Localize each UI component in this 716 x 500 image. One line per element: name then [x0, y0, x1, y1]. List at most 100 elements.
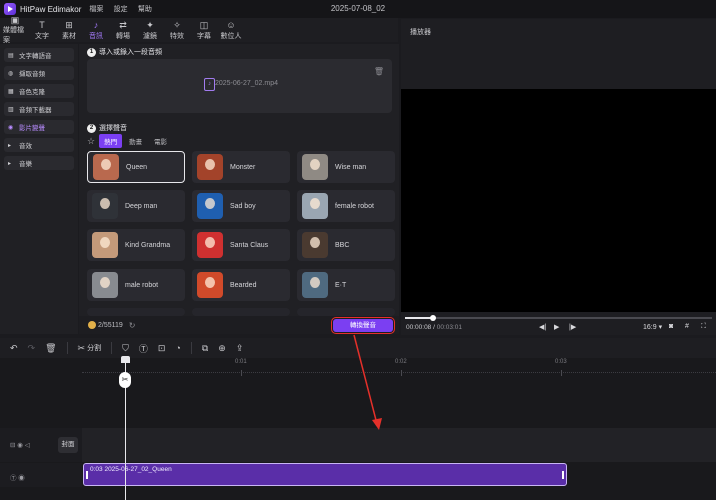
split-icon[interactable]: ✂ [78, 343, 86, 354]
title-bar: HitPaw Edimakor 檔案 設定 幫助 [0, 0, 716, 18]
sidebar-item-tts[interactable]: ▤ 文字轉語音 [4, 48, 74, 62]
app-logo-icon [4, 3, 16, 15]
play-icon[interactable]: ▶ [554, 323, 559, 331]
voice-name: Monster [230, 163, 256, 171]
audio-sidebar: ▤ 文字轉語音 ◍ 擷取音頻 ▦ 音色克隆 ▥ 音頻下載器 ◉ 影片變聲 ▸ 音效 ▸ 音樂 [0, 44, 78, 334]
voice-changer-icon: ◉ [8, 124, 14, 131]
voice-card-partial [87, 308, 185, 316]
clip-handle-left[interactable] [86, 471, 88, 479]
voice-card[interactable]: Santa Claus [192, 229, 290, 261]
voice-card[interactable]: Bearded [192, 269, 290, 301]
text-track-icons[interactable]: Ⓣ ◉ [10, 472, 25, 482]
playback-scrubber[interactable] [405, 315, 712, 321]
ruler-label: 0:01 [235, 359, 247, 365]
tool-transition[interactable]: ⇄ 轉場 [111, 18, 135, 42]
voice-avatar [92, 193, 118, 219]
time-display: 00:00:08 / 00:03:01 [406, 324, 463, 331]
voice-name: BBC [335, 241, 350, 249]
ruler-tick [241, 370, 242, 376]
split-label[interactable]: 分割 [87, 343, 101, 353]
scrubber-knob[interactable] [429, 315, 436, 321]
tab-movie[interactable]: 電影 [149, 134, 172, 148]
undo-icon[interactable]: ↶ [10, 343, 18, 354]
tool-media[interactable]: ▣ 媒體檔案 [3, 15, 27, 44]
trash-icon[interactable]: 🗑 [374, 67, 384, 76]
voice-name: Bearded [230, 281, 257, 289]
voice-card[interactable]: BBC [297, 229, 395, 261]
shield-icon[interactable]: ⛉ [122, 343, 129, 354]
refresh-icon[interactable]: ↻ [129, 321, 136, 330]
freeze-icon[interactable]: ⧉ [202, 343, 208, 354]
menu-help[interactable]: 幫助 [138, 6, 152, 13]
grid-icon[interactable]: # [685, 323, 689, 330]
voice-avatar [197, 154, 223, 180]
voice-name: male robot [125, 281, 159, 289]
redo-icon[interactable]: ↷ [28, 343, 36, 354]
media-toolbar: ▣ 媒體檔案 T 文字 ⊞ 素材 ♪ 音訊 ⇄ 轉場 ✦ 濾鏡 ✧ 特效 ◫ 字幕 ☺ 數位人 [0, 15, 398, 44]
voice-card[interactable]: male robot [87, 269, 185, 301]
sidebar-item-audio-downloader[interactable]: ▥ 音頻下載器 [4, 102, 74, 116]
snapshot-icon[interactable]: ◙ [669, 323, 673, 330]
menu-settings[interactable]: 設定 [114, 6, 128, 13]
tool-sticker[interactable]: ⊞ 素材 [57, 18, 81, 42]
tab-animation[interactable]: 動畫 [124, 134, 147, 148]
voice-avatar [197, 272, 223, 298]
download-frame-icon[interactable]: ⊕ [218, 343, 226, 354]
menu-file[interactable]: 檔案 [89, 6, 103, 13]
next-frame-icon[interactable]: |▶ [569, 323, 576, 331]
tool-audio[interactable]: ♪ 音訊 [84, 18, 108, 42]
star-icon[interactable]: ☆ [87, 136, 95, 147]
video-canvas[interactable] [401, 89, 716, 312]
delete-icon[interactable]: 🗑 [45, 343, 56, 354]
ruler-label: 0:02 [395, 359, 407, 365]
sidebar-item-voice-clone[interactable]: ▦ 音色克隆 [4, 84, 74, 98]
tool-text[interactable]: T 文字 [30, 18, 54, 42]
voice-avatar [302, 232, 328, 258]
credits-count: 2/55119 [98, 321, 123, 329]
voice-card[interactable]: E·T [297, 269, 395, 301]
preview-title: 播放器 [410, 29, 431, 36]
text-tool-icon[interactable]: Ⓣ [139, 342, 148, 355]
voice-card[interactable]: Deep man [87, 190, 185, 222]
voice-card[interactable]: Monster [192, 151, 290, 183]
crop-icon[interactable]: ⊡ [158, 343, 166, 354]
tts-icon: ▤ [8, 52, 14, 59]
voice-card[interactable]: female robot [297, 190, 395, 222]
clip-handle-right[interactable] [562, 471, 564, 479]
aspect-ratio-select[interactable]: 16:9 ▾ [643, 323, 662, 331]
tool-subtitle[interactable]: ◫ 字幕 [192, 18, 216, 42]
voice-name: Wise man [335, 163, 367, 171]
track-visibility-icons[interactable]: ⊟ ◉ ◁ [10, 441, 30, 449]
tool-effects[interactable]: ✧ 特效 [165, 18, 189, 42]
sidebar-item-extract-audio[interactable]: ◍ 擷取音頻 [4, 66, 74, 80]
convert-voice-button[interactable]: 轉換聲音 [331, 317, 395, 334]
sidebar-item-voice-changer[interactable]: ◉ 影片變聲 [4, 120, 74, 134]
voice-card[interactable]: Sad boy [192, 190, 290, 222]
cover-button[interactable]: 封面 [58, 437, 78, 453]
voice-avatar [197, 193, 223, 219]
voice-card[interactable]: Queen [87, 151, 185, 183]
sidebar-item-sound-effects[interactable]: ▸ 音效 [4, 138, 74, 152]
current-time: 00:00:08 [406, 324, 432, 331]
tool-filter[interactable]: ✦ 濾鏡 [138, 18, 162, 42]
tool-digital-human[interactable]: ☺ 數位人 [219, 18, 243, 42]
export-icon[interactable]: ⇪ [236, 343, 244, 354]
speed-icon[interactable]: ◔ [175, 343, 180, 353]
audio-clip[interactable]: 0:03 2025-06-27_02_Queen [83, 463, 567, 486]
sidebar-item-music[interactable]: ▸ 音樂 [4, 156, 74, 170]
tab-popular[interactable]: 熱門 [99, 134, 123, 148]
scissors-icon[interactable]: ✂ [119, 372, 131, 388]
voice-card[interactable]: Kind Grandma [87, 229, 185, 261]
audio-upload-area[interactable]: ♪ 2025-06-27_02.mp4 🗑 [87, 59, 392, 113]
audio-icon: ♪ [93, 19, 99, 30]
voice-card[interactable]: Wise man [297, 151, 395, 183]
voice-name: Deep man [125, 202, 158, 210]
prev-frame-icon[interactable]: ◀| [539, 323, 546, 331]
video-track[interactable] [82, 428, 716, 462]
divider [111, 342, 113, 354]
fullscreen-icon[interactable]: ⛶ [701, 323, 706, 331]
text-icon: T [39, 19, 45, 30]
avatar-icon: ☺ [226, 19, 236, 30]
step2-heading: 2 選擇聲音 [87, 123, 127, 133]
preview-panel: 播放器 00:00:08 / 00:03:01 ◀| ▶ |▶ 16:9 ▾ ◙… [401, 19, 716, 335]
